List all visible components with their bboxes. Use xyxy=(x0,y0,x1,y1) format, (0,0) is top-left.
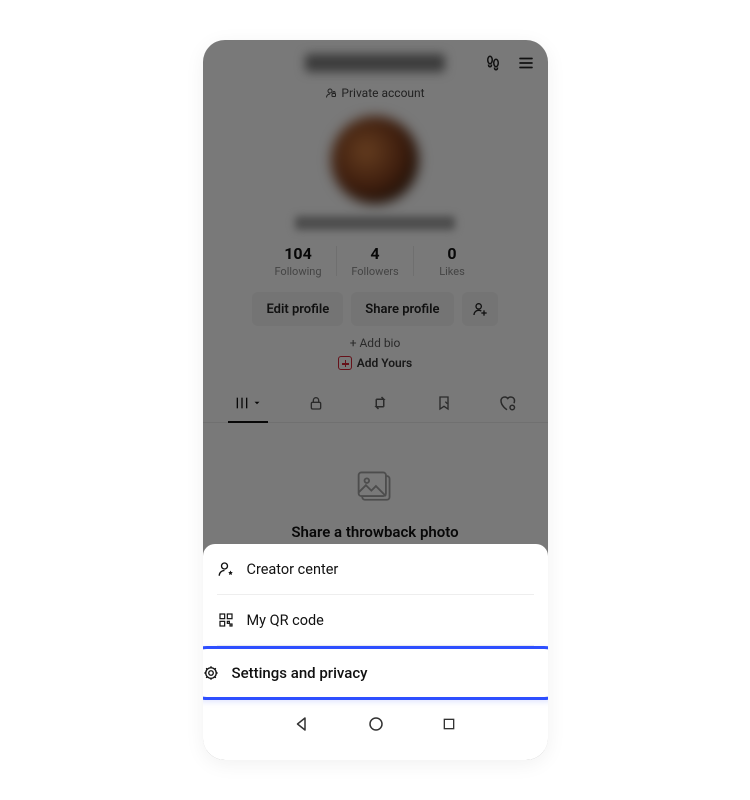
qr-code-item[interactable]: My QR code xyxy=(203,595,548,645)
settings-and-privacy-item[interactable]: Settings and privacy xyxy=(203,646,548,700)
creator-center-label: Creator center xyxy=(247,561,339,578)
person-star-icon xyxy=(217,560,235,578)
nav-home-icon[interactable] xyxy=(367,715,385,737)
qr-code-icon xyxy=(217,611,235,629)
nav-back-icon[interactable] xyxy=(293,715,311,737)
creator-center-item[interactable]: Creator center xyxy=(203,544,548,594)
settings-label: Settings and privacy xyxy=(232,664,368,682)
system-nav-bar xyxy=(203,702,548,750)
gear-icon xyxy=(203,664,220,682)
nav-recent-icon[interactable] xyxy=(441,716,457,736)
phone-frame: Private account 104 Following 4 Follower… xyxy=(203,40,548,760)
qr-code-label: My QR code xyxy=(247,612,324,629)
